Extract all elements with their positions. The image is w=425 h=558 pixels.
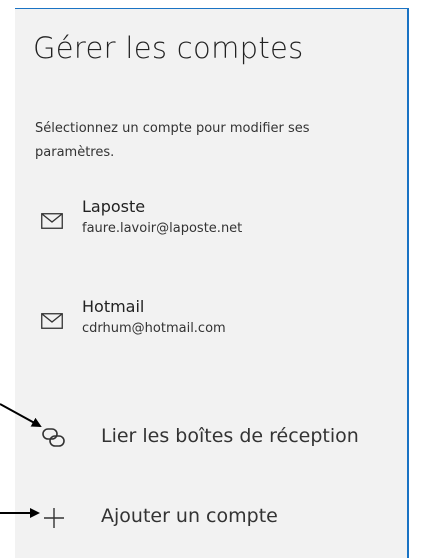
- account-email: cdrhum@hotmail.com: [82, 321, 226, 336]
- add-account-label: Ajouter un compte: [101, 505, 278, 527]
- account-email: faure.lavoir@laposte.net: [82, 221, 243, 236]
- link-inboxes-button[interactable]: Lier les boîtes de réception: [15, 415, 407, 459]
- link-inboxes-label: Lier les boîtes de réception: [101, 425, 359, 447]
- account-name: Laposte: [82, 197, 146, 216]
- screenshot-stage: Gérer les comptes Sélectionnez un compte…: [0, 0, 425, 558]
- plus-icon: [44, 508, 64, 528]
- mail-icon: [41, 313, 63, 329]
- account-item-hotmail[interactable]: Hotmail cdrhum@hotmail.com: [15, 289, 407, 349]
- page-title: Gérer les comptes: [33, 31, 304, 65]
- add-account-button[interactable]: Ajouter un compte: [15, 495, 407, 539]
- link-icon: [42, 428, 65, 447]
- page-subtitle: Sélectionnez un compte pour modifier ses…: [35, 121, 310, 160]
- mail-icon: [41, 213, 63, 229]
- manage-accounts-panel: Gérer les comptes Sélectionnez un compte…: [15, 8, 409, 558]
- account-item-laposte[interactable]: Laposte faure.lavoir@laposte.net: [15, 189, 407, 249]
- account-name: Hotmail: [82, 297, 145, 316]
